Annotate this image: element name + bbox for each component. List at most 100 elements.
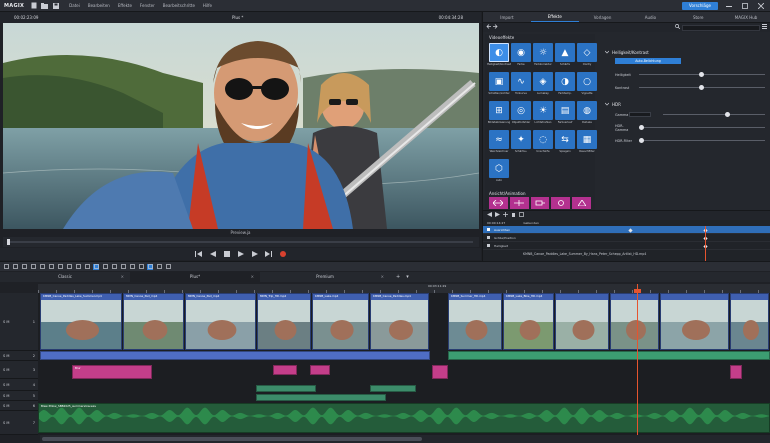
track-header[interactable]: S M 2: [0, 351, 38, 361]
add-project-icon[interactable]: +: [396, 274, 400, 280]
gamma-slider-track[interactable]: [663, 114, 765, 115]
solo-mute-toggle[interactable]: S M: [3, 320, 10, 324]
menu-item-effects[interactable]: Effekte: [118, 3, 132, 8]
checkbox-icon[interactable]: [487, 227, 490, 232]
effect-tile[interactable]: ⬡ Auto: [489, 159, 509, 186]
close-tab-icon[interactable]: ×: [251, 272, 254, 282]
chevron-down-icon[interactable]: ▾: [406, 274, 409, 280]
brightness-slider-knob[interactable]: [699, 72, 704, 77]
title-clip[interactable]: [432, 365, 448, 379]
motion-effect-tile[interactable]: [489, 197, 508, 209]
keyframe-playhead[interactable]: [705, 226, 706, 262]
effect-tile[interactable]: ◐ Helligkeit/Kontrast: [487, 43, 511, 70]
video-clip[interactable]: [730, 293, 769, 350]
video-clip[interactable]: [660, 293, 729, 350]
marker-icon[interactable]: [156, 264, 162, 270]
gamma-dropdown[interactable]: [629, 112, 651, 117]
checkbox-icon[interactable]: [487, 243, 490, 248]
cursor-icon[interactable]: [111, 264, 117, 270]
effect-tile[interactable]: ▤ Farbverlauf: [555, 101, 575, 128]
trim-icon[interactable]: [84, 264, 90, 270]
track-header[interactable]: S M 5: [0, 391, 38, 401]
solo-mute-toggle[interactable]: S M: [3, 383, 10, 387]
effect-tile[interactable]: ∿ Tonkurve: [511, 72, 531, 99]
effect-tile[interactable]: ▣ Schatten/Lichter: [488, 72, 510, 99]
go-start-icon[interactable]: [195, 250, 203, 258]
video-clip[interactable]: [555, 293, 609, 350]
hdr-gamma-slider-track[interactable]: [639, 127, 765, 128]
cut-icon[interactable]: [30, 264, 36, 270]
track-header[interactable]: S M 3: [0, 361, 38, 379]
project-tab-plus[interactable]: Plus* ×: [130, 272, 260, 282]
effect-tile[interactable]: ◍ Dehaze: [577, 101, 597, 128]
kf-row-align[interactable]: Ausrichten: [483, 226, 770, 234]
video-clip[interactable]: MMN_Canoe_Pad_mp4: [185, 293, 256, 350]
video-preview[interactable]: [3, 23, 479, 229]
kf-fit-icon[interactable]: [519, 212, 524, 219]
collapse-icon[interactable]: [604, 50, 610, 55]
close-tab-icon[interactable]: ×: [121, 272, 124, 282]
tab-import[interactable]: Import: [483, 12, 531, 22]
menu-item-edit[interactable]: Bearbeiten: [88, 3, 110, 8]
tab-audio[interactable]: Audio: [626, 12, 674, 22]
ripple-icon[interactable]: [129, 264, 135, 270]
title-clip[interactable]: [273, 365, 297, 375]
keyframe-marker[interactable]: [628, 227, 633, 233]
hdr-filter-slider-track[interactable]: [639, 140, 765, 141]
effect-tile[interactable]: ◎ Objektivfehler: [511, 101, 531, 128]
video-clip[interactable]: KMNB_Canoe_Paddles_Lake_Summer.mp4: [40, 293, 122, 350]
menu-item-help[interactable]: Hilfe: [203, 3, 212, 8]
list-view-icon[interactable]: [762, 24, 767, 31]
prev-frame-icon[interactable]: [209, 250, 217, 258]
overlay-clip[interactable]: [256, 385, 316, 392]
track-header[interactable]: S M 7: [0, 411, 38, 435]
search-icon[interactable]: [675, 24, 681, 31]
hdr-filter-slider-knob[interactable]: [639, 138, 644, 143]
effect-tile[interactable]: ☀ Lichtstrahlen: [533, 101, 553, 128]
project-tab-premium[interactable]: Premium ×: [260, 272, 390, 282]
snap-icon[interactable]: [120, 264, 126, 270]
effect-tile[interactable]: ☼ Farbkorrektur: [533, 43, 553, 70]
video-clip[interactable]: [448, 351, 770, 360]
undo-icon[interactable]: [3, 264, 9, 270]
menu-item-window[interactable]: Fenster: [140, 3, 155, 8]
effect-tile[interactable]: ▦ Rauschfilter: [577, 130, 597, 157]
track-header[interactable]: S M 4: [0, 379, 38, 391]
range-icon[interactable]: [102, 264, 108, 270]
track-header[interactable]: S M 6: [0, 401, 38, 411]
zoom-icon[interactable]: [147, 263, 153, 270]
magnet-icon[interactable]: [138, 264, 144, 270]
effect-tile[interactable]: ⇆ Spiegeln: [555, 130, 575, 157]
video-clip[interactable]: KMNB_Summer_HD.mp4: [448, 293, 502, 350]
split-icon[interactable]: [39, 264, 45, 270]
checkbox-icon[interactable]: [487, 235, 490, 240]
go-end-icon[interactable]: [265, 250, 273, 258]
motion-effect-tile[interactable]: [509, 197, 529, 209]
tab-templates[interactable]: Vorlagen: [579, 12, 627, 22]
preview-scrubber[interactable]: [3, 237, 479, 247]
solo-mute-toggle[interactable]: S M: [3, 354, 10, 358]
hdr-gamma-slider-knob[interactable]: [639, 125, 644, 130]
video-clip[interactable]: MMN_Canoe_Pad_mp4: [123, 293, 184, 350]
tab-effects[interactable]: Effekte: [530, 12, 579, 22]
title-clip[interactable]: [730, 365, 742, 379]
effect-tile[interactable]: ◑ Farbtemp.: [555, 72, 575, 99]
effect-tile[interactable]: ◉ Farbe: [511, 43, 531, 70]
copy-icon[interactable]: [66, 264, 72, 270]
collapse-icon[interactable]: [604, 102, 610, 107]
timeline-ruler[interactable]: 00:03:11:29: [38, 284, 770, 293]
overlay-clip[interactable]: [256, 394, 386, 401]
forward-icon[interactable]: [493, 24, 498, 31]
menu-item-file[interactable]: Datei: [69, 3, 80, 8]
kf-prev-icon[interactable]: [487, 212, 492, 219]
kf-delete-icon[interactable]: [511, 212, 516, 219]
scrubber-handle[interactable]: [7, 239, 10, 245]
motion-effect-tile[interactable]: [530, 197, 550, 209]
video-clip[interactable]: [40, 351, 430, 360]
next-frame-icon[interactable]: [251, 250, 259, 258]
kf-row-brightness[interactable]: Helligkeit: [483, 242, 770, 250]
effect-tile[interactable]: ◌ Unschärfe: [533, 130, 553, 157]
playhead-handle[interactable]: [634, 289, 641, 293]
contrast-slider-knob[interactable]: [699, 85, 704, 90]
effects-search-input[interactable]: [682, 24, 760, 31]
